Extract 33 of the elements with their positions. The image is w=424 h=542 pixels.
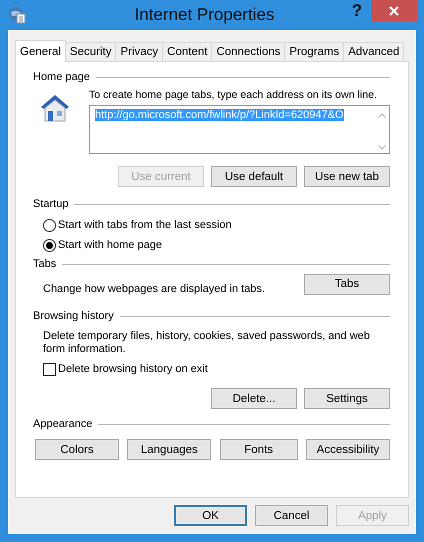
radio-button[interactable]	[43, 218, 56, 232]
description-text: Change how webpages are displayed in tabs.	[43, 283, 265, 295]
radio-label[interactable]: Start with home page	[58, 239, 162, 251]
button[interactable]: Settings	[304, 388, 390, 409]
description-text: Delete temporary files, history, cookies, saved passwords, and web form information.	[43, 330, 371, 356]
close-icon	[389, 6, 399, 16]
button[interactable]: Use default	[211, 166, 297, 187]
section-heading: Startup	[33, 198, 68, 210]
section-heading: Home page	[33, 71, 90, 83]
button[interactable]: OK	[174, 505, 247, 526]
button[interactable]: Colors	[35, 439, 119, 460]
section-heading: Tabs	[33, 258, 56, 270]
help-button[interactable]: ?	[343, 1, 371, 21]
button[interactable]: Fonts	[220, 439, 298, 460]
button[interactable]: Delete...	[211, 388, 297, 409]
button[interactable]: Languages	[127, 439, 212, 460]
globe-page-icon	[8, 6, 26, 24]
section-heading: Browsing history	[33, 310, 114, 322]
house-icon	[39, 93, 71, 123]
close-button[interactable]	[371, 0, 417, 21]
checkbox-label[interactable]: Delete browsing history on exit	[58, 363, 208, 375]
tab[interactable]: General	[15, 40, 66, 62]
button[interactable]: Use new tab	[304, 166, 390, 187]
tab[interactable]: Advanced	[343, 42, 404, 61]
section-heading: Appearance	[33, 418, 92, 430]
button[interactable]: Accessibility	[306, 439, 390, 460]
radio-label[interactable]: Start with tabs from the last session	[58, 219, 232, 231]
window-title: Internet Properties	[134, 5, 276, 25]
button[interactable]: Cancel	[255, 505, 328, 526]
radio-button[interactable]	[43, 238, 56, 252]
checkbox[interactable]	[43, 362, 56, 376]
button[interactable]: Tabs	[304, 274, 390, 294]
instruction-text: To create home page tabs, type each address on its own line.	[89, 89, 378, 101]
